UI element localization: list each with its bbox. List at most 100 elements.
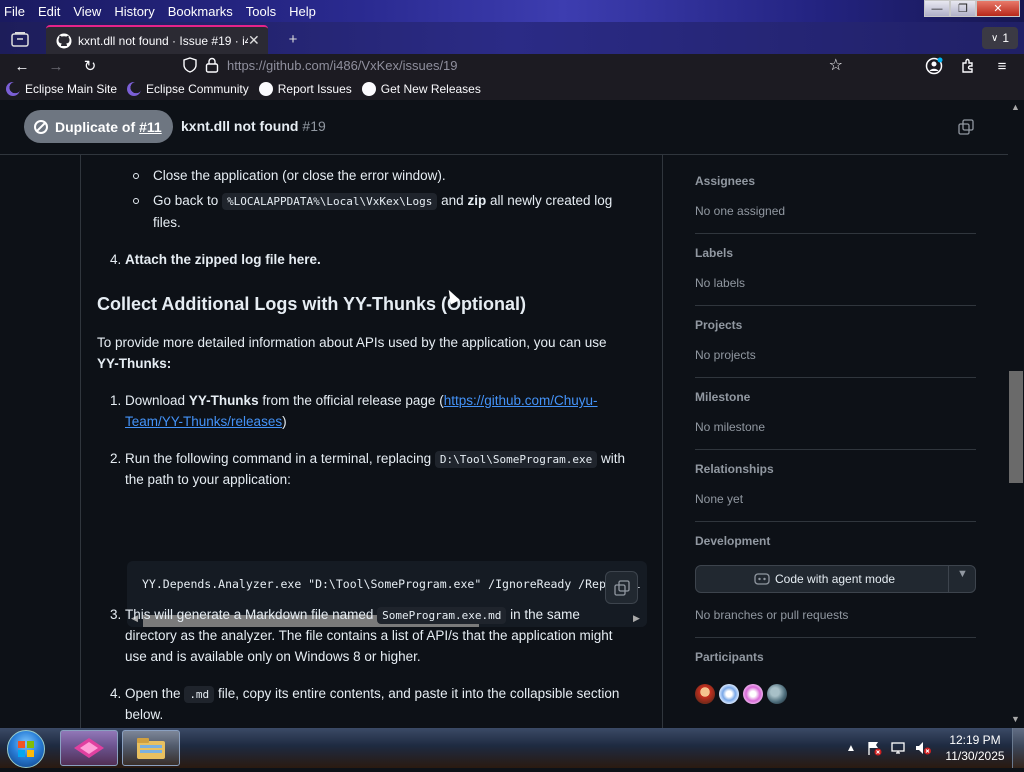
hamburger-menu-icon[interactable]: ≡ (990, 56, 1014, 76)
account-icon[interactable] (922, 56, 946, 76)
github-icon (258, 82, 273, 96)
list-item: Go back to %LOCALAPPDATA%\Local\VxKex\Lo… (153, 190, 612, 212)
copy-icon[interactable] (958, 119, 974, 135)
duplicate-label: Duplicate of (55, 118, 136, 135)
divider (948, 566, 949, 592)
menu-tools[interactable]: Tools (246, 4, 276, 19)
github-icon (56, 33, 72, 48)
divider (695, 305, 976, 306)
text: and (441, 193, 464, 208)
assignees-value: No one assigned (695, 204, 786, 218)
taskbar-file-explorer-icon[interactable] (122, 730, 180, 766)
code-with-agent-button[interactable]: Code with agent mode ▼ (695, 565, 976, 593)
divider (695, 637, 976, 638)
back-arrow-icon[interactable]: ← (10, 56, 34, 76)
scroll-right-arrow-icon[interactable]: ▶ (633, 613, 640, 624)
labels-heading[interactable]: Labels (695, 246, 733, 260)
bookmark-label: Get New Releases (380, 82, 481, 96)
tab-close-icon[interactable]: ✕ (248, 32, 260, 49)
list-bullet (133, 198, 139, 204)
show-hidden-icons-arrow-icon[interactable]: ▲ (846, 743, 856, 754)
close-window-button[interactable]: ✕ (976, 0, 1020, 17)
volume-muted-icon[interactable] (914, 740, 932, 756)
url-bar[interactable]: https://github.com/i486/VxKex/issues/19 … (175, 54, 847, 76)
bookmark-star-icon[interactable]: ☆ (829, 55, 843, 75)
tab-bar: kxnt.dll not found · Issue #19 · i4 ✕ + … (0, 22, 1024, 54)
step-number: 4. (110, 252, 122, 267)
text: Code with agent mode (775, 572, 896, 586)
text: all newly created log (489, 193, 613, 208)
new-tab-button[interactable]: + (279, 27, 307, 51)
taskbar-browser-app-icon[interactable] (60, 730, 118, 766)
scroll-up-arrow-icon[interactable]: ▲ (1011, 102, 1020, 112)
show-desktop-button[interactable] (1012, 728, 1024, 768)
eclipse-icon (6, 82, 20, 96)
milestone-heading[interactable]: Milestone (695, 390, 750, 404)
minimize-button[interactable]: — (924, 0, 950, 17)
release-link[interactable]: https://github.com/Chuyu- (444, 393, 598, 408)
menu-help[interactable]: Help (289, 4, 316, 19)
development-heading[interactable]: Development (695, 534, 770, 548)
projects-heading[interactable]: Projects (695, 318, 742, 332)
action-center-flag-icon[interactable] (866, 740, 882, 756)
step-text-continuation: directory as the analyzer. The file cont… (125, 628, 613, 643)
taskbar-clock[interactable]: 12:19 PM 11/30/2025 (943, 732, 1007, 764)
text: from the official release page ( (262, 393, 444, 408)
projects-value: No projects (695, 348, 756, 362)
network-icon[interactable] (890, 740, 906, 756)
participant-avatar[interactable] (695, 684, 715, 704)
windows-taskbar: ▲ 12:19 PM 11/30/2025 (0, 728, 1024, 768)
paragraph: To provide more detailed information abo… (97, 335, 607, 350)
start-button-windows-logo-icon[interactable] (7, 730, 45, 768)
participant-avatar[interactable] (767, 684, 787, 704)
text: Open the (125, 686, 181, 701)
step-text-continuation: the path to your application: (125, 472, 291, 487)
text: ) (282, 414, 287, 429)
tab-list-button[interactable]: ∨ 1 (982, 27, 1018, 49)
menu-view[interactable]: View (73, 4, 101, 19)
step-text: Attach the zipped log file here. (125, 252, 321, 267)
scroll-down-arrow-icon[interactable]: ▼ (1011, 714, 1020, 724)
tab-overview-icon[interactable] (6, 27, 34, 51)
text: file, copy its entire contents, and past… (217, 686, 620, 701)
step-text: This will generate a Markdown file named… (125, 604, 580, 626)
bookmark-eclipse-main[interactable]: Eclipse Main Site (6, 82, 117, 96)
issue-body: Close the application (or close the erro… (80, 155, 663, 728)
bookmark-eclipse-community[interactable]: Eclipse Community (127, 82, 249, 96)
text: Go back to (153, 193, 219, 208)
labels-value: No labels (695, 276, 746, 290)
duplicate-issue-link[interactable]: #11 (139, 119, 162, 135)
reload-icon[interactable]: ↻ (78, 56, 102, 76)
step-number: 1. (110, 393, 122, 408)
step-text-continuation: use and is available only on Windows 8 o… (125, 649, 421, 664)
inline-code: D:\Tool\SomeProgram.exe (434, 451, 598, 468)
divider (695, 233, 976, 234)
step-number: 2. (110, 451, 122, 466)
bookmark-get-new-releases[interactable]: Get New Releases (361, 82, 481, 96)
active-tab[interactable]: kxnt.dll not found · Issue #19 · i4 ✕ (46, 25, 268, 54)
extensions-icon[interactable] (956, 56, 980, 76)
scrollbar-thumb[interactable] (1009, 371, 1023, 483)
release-link[interactable]: Team/YY-Thunks/releases (125, 414, 282, 429)
assignees-heading[interactable]: Assignees (695, 174, 755, 188)
menu-edit[interactable]: Edit (38, 4, 60, 19)
relationships-heading[interactable]: Relationships (695, 462, 774, 476)
participant-avatar[interactable] (719, 684, 739, 704)
page-vertical-scrollbar[interactable]: ▲ ▼ (1008, 100, 1024, 728)
menu-bookmarks[interactable]: Bookmarks (168, 4, 233, 19)
bookmark-report-issues[interactable]: Report Issues (258, 82, 352, 96)
forward-arrow-icon[interactable]: → (44, 56, 68, 76)
menu-history[interactable]: History (114, 4, 154, 19)
issue-sticky-header: Duplicate of #11 kxnt.dll not found #19 (0, 100, 1008, 155)
issue-title-text: kxnt.dll not found (181, 118, 299, 134)
copy-code-button[interactable] (605, 571, 638, 604)
maximize-button[interactable]: ❐ (950, 0, 976, 17)
code-line: YY.Depends.Analyzer.exe "D:\Tool\SomePro… (142, 577, 641, 591)
menu-file[interactable]: File (4, 4, 25, 19)
step-text-continuation: below. (125, 707, 164, 722)
divider (695, 449, 976, 450)
chevron-down-icon: ∨ (990, 32, 999, 44)
participant-avatar[interactable] (743, 684, 763, 704)
triangle-down-icon[interactable]: ▼ (957, 568, 968, 580)
bookmark-label: Report Issues (277, 82, 352, 96)
